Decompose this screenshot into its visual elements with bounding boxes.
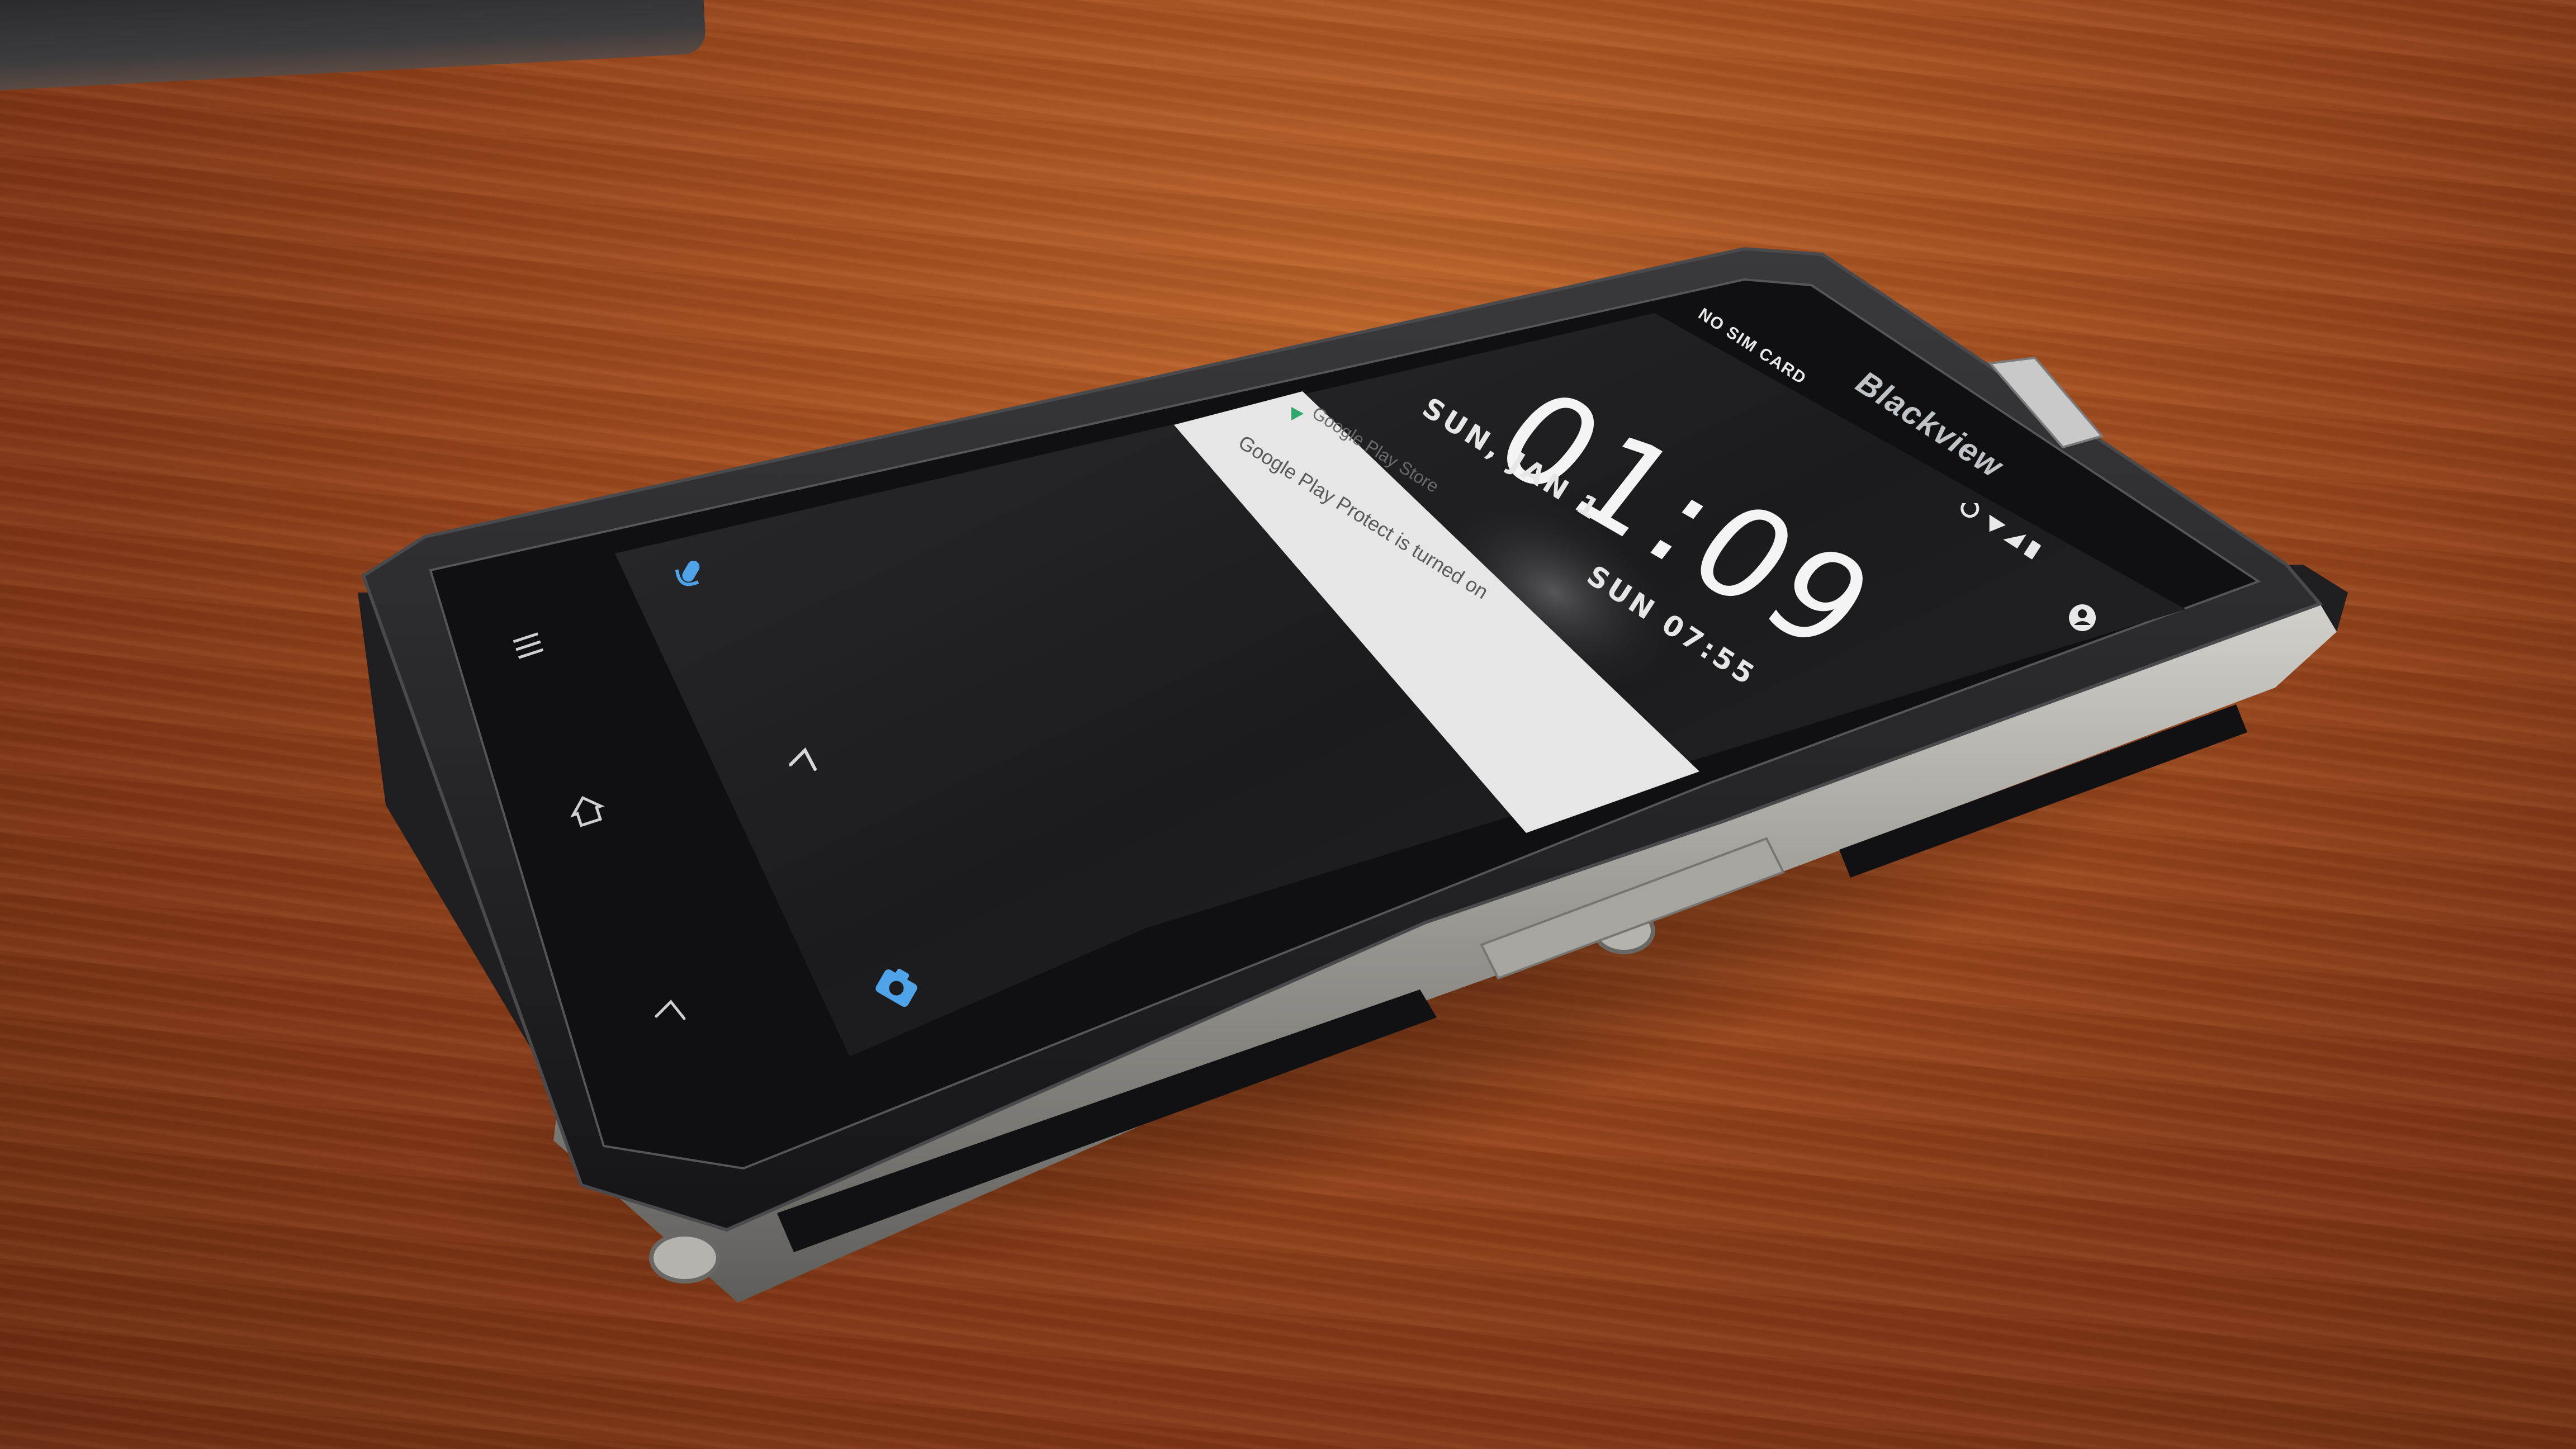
- alarm-icon: [1961, 503, 1980, 518]
- signal-icon: [2003, 534, 2026, 549]
- wifi-icon: [1989, 514, 2006, 532]
- back-icon[interactable]: [648, 989, 693, 1034]
- chevron-up-icon[interactable]: [783, 738, 827, 783]
- phone: [358, 247, 2348, 1303]
- status-icons: [1961, 503, 2041, 560]
- photo-scene: NO SIM CARD Blackview 01:09 SUN, JAN 1 S…: [0, 0, 2576, 1449]
- menu-icon[interactable]: [509, 626, 548, 665]
- mic-icon[interactable]: [665, 553, 710, 604]
- user-icon[interactable]: [2063, 598, 2102, 637]
- battery-icon: [2024, 540, 2041, 560]
- home-icon[interactable]: [565, 788, 609, 833]
- play-store-icon: [1291, 407, 1304, 420]
- camera-icon[interactable]: [872, 962, 922, 1012]
- side-button-left[interactable]: [649, 1232, 721, 1284]
